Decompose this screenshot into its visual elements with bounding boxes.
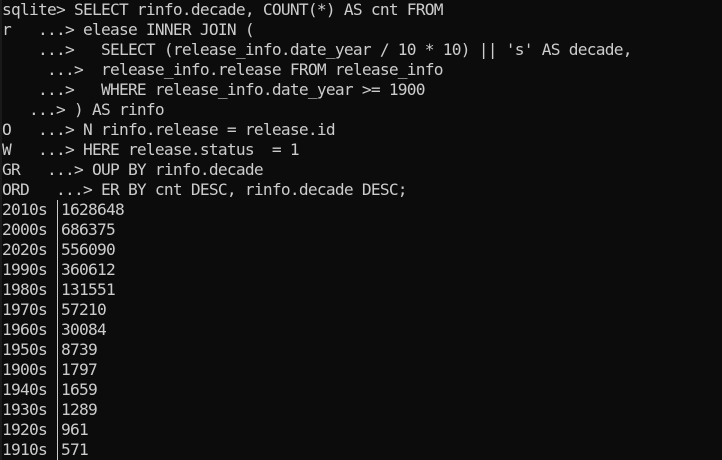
result-row: 2020s 556090 xyxy=(2,240,722,260)
query-line: r ...> elease INNER JOIN ( xyxy=(2,20,255,39)
result-decade: 2000s xyxy=(2,220,58,240)
terminal-window[interactable]: sqlite> SELECT rinfo.decade, COUNT(*) AS… xyxy=(0,0,722,460)
query-line: ...> SELECT (release_info.date_year / 10… xyxy=(2,40,632,59)
result-decade: 1980s xyxy=(2,280,58,300)
result-row: 1990s 360612 xyxy=(2,260,722,280)
result-count: 686375 xyxy=(61,220,116,239)
query-line: W ...> HERE release.status = 1 xyxy=(2,140,300,159)
result-decade: 1940s xyxy=(2,380,58,400)
result-count: 1797 xyxy=(61,360,98,379)
result-row: 2010s 1628648 xyxy=(2,200,722,220)
result-count: 1289 xyxy=(61,400,98,419)
query-line: O ...> N rinfo.release = release.id xyxy=(2,120,336,139)
query-line: ORD ...> ER BY cnt DESC, rinfo.decade DE… xyxy=(2,180,408,199)
result-row: 1910s 571 xyxy=(2,440,722,460)
result-row: 1950s 8739 xyxy=(2,340,722,360)
window-edge xyxy=(0,0,2,460)
result-decade: 2010s xyxy=(2,200,58,220)
query-line: sqlite> SELECT rinfo.decade, COUNT(*) AS… xyxy=(2,0,444,19)
result-decade: 1950s xyxy=(2,340,58,360)
result-row: 1960s 30084 xyxy=(2,320,722,340)
result-count: 30084 xyxy=(61,320,107,339)
result-count: 8739 xyxy=(61,340,98,359)
result-decade: 1960s xyxy=(2,320,58,340)
result-decade: 2020s xyxy=(2,240,58,260)
result-row: 1940s 1659 xyxy=(2,380,722,400)
result-row: 1900s 1797 xyxy=(2,360,722,380)
query-line: ...> release_info.release FROM release_i… xyxy=(2,60,444,79)
result-count: 57210 xyxy=(61,300,107,319)
result-decade: 1900s xyxy=(2,360,58,380)
result-count: 1659 xyxy=(61,380,98,399)
result-count: 360612 xyxy=(61,260,116,279)
query-line: ...> WHERE release_info.date_year >= 190… xyxy=(2,80,426,99)
result-row: 1920s 961 xyxy=(2,420,722,440)
result-count: 571 xyxy=(61,440,89,459)
result-decade: 1970s xyxy=(2,300,58,320)
result-count: 556090 xyxy=(61,240,116,259)
result-row: 2000s 686375 xyxy=(2,220,722,240)
result-decade: 1990s xyxy=(2,260,58,280)
result-row: 1980s 131551 xyxy=(2,280,722,300)
result-decade: 1930s xyxy=(2,400,58,420)
query-line: ...> ) AS rinfo xyxy=(2,100,165,119)
result-decade: 1920s xyxy=(2,420,58,440)
query-line: GR ...> OUP BY rinfo.decade xyxy=(2,160,264,179)
result-count: 131551 xyxy=(61,280,116,299)
result-decade: 1910s xyxy=(2,440,58,460)
result-count: 961 xyxy=(61,420,89,439)
result-row: 1930s 1289 xyxy=(2,400,722,420)
result-row: 1970s 57210 xyxy=(2,300,722,320)
result-count: 1628648 xyxy=(61,200,125,219)
